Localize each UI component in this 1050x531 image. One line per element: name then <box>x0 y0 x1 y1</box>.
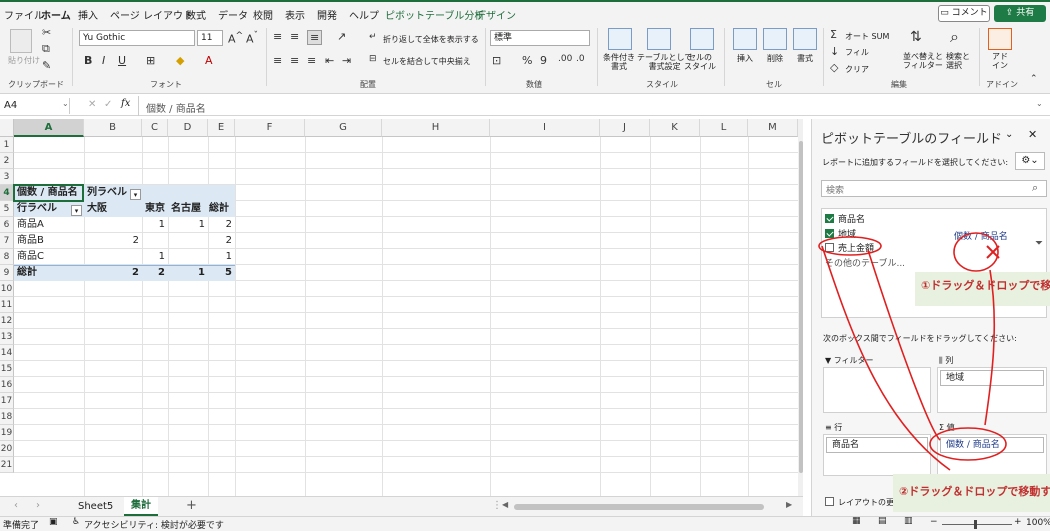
status-bar: 準備完了 ▣ ♿ アクセシビリティ: 検討が必要です ▦ ▤ ▥ − + 100… <box>0 516 1050 531</box>
annotation-circle-drag-source <box>953 232 999 272</box>
zoom-in-icon[interactable]: + <box>1014 517 1022 527</box>
annotation-arrow-line <box>867 249 941 441</box>
zoom-slider[interactable] <box>942 524 1012 525</box>
normal-view-icon[interactable]: ▦ <box>852 516 861 526</box>
accessibility-icon[interactable]: ♿ <box>72 517 80 527</box>
annotation-arrow-line <box>821 245 951 471</box>
status-ready: 準備完了 <box>3 521 40 531</box>
accessibility-status[interactable]: アクセシビリティ: 検討が必要です <box>84 518 224 531</box>
macro-record-icon[interactable]: ▣ <box>49 517 58 527</box>
page-break-view-icon[interactable]: ▥ <box>904 516 913 526</box>
zoom-level[interactable]: 100% <box>1026 518 1050 528</box>
annotation-overlay <box>818 232 1007 471</box>
zoom-out-icon[interactable]: − <box>930 517 938 527</box>
annotation-circle-values-field <box>929 427 1007 461</box>
annotation-circle-sales-field <box>818 236 882 256</box>
page-layout-view-icon[interactable]: ▤ <box>878 516 887 526</box>
annotation-arrow-line <box>984 269 996 426</box>
zoom-slider-thumb[interactable] <box>974 520 977 529</box>
